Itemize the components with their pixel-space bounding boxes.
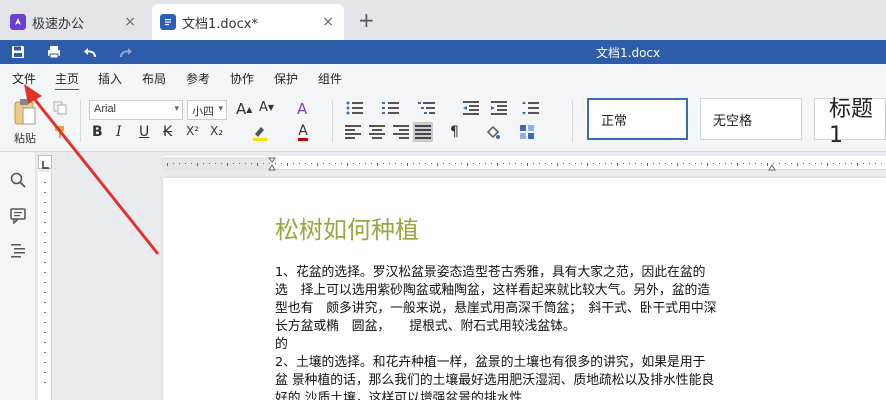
clipboard-icon xyxy=(14,99,36,125)
menu-insert[interactable]: 插入 xyxy=(98,70,122,87)
copy-icon[interactable] xyxy=(52,100,68,116)
format-painter-icon[interactable] xyxy=(52,124,68,140)
paragraph-line: 型也有 颇多讲究，一般来说，悬崖式用高深千筒盆； 斜干式、卧干式用中深 xyxy=(275,301,717,316)
paragraph-line: 2、土壤的选择。和花卉种植一样，盆景的土壤也有很多的讲究，如果是用于 xyxy=(275,355,706,370)
undo-icon[interactable] xyxy=(82,44,98,60)
shading-icon[interactable] xyxy=(484,124,502,140)
tab-label: 文档1.docx* xyxy=(182,16,258,32)
numbered-list-icon[interactable] xyxy=(380,100,402,116)
new-tab-button[interactable]: + xyxy=(358,8,375,32)
style-normal[interactable]: 正常 xyxy=(587,98,688,140)
menu-home[interactable]: 主页 xyxy=(55,70,80,91)
italic-button[interactable]: I xyxy=(116,124,122,140)
menu-plugins[interactable]: 组件 xyxy=(318,70,342,87)
font-size-select[interactable]: 小四 ▾ xyxy=(187,100,227,120)
font-color-button[interactable]: A xyxy=(292,122,314,142)
borders-icon[interactable] xyxy=(518,124,536,140)
horizontal-ruler[interactable] xyxy=(163,156,886,171)
tab-label: 极速办公 xyxy=(32,16,85,32)
rocket-icon xyxy=(10,14,26,30)
align-right-icon[interactable] xyxy=(392,124,410,140)
tab-app-home[interactable]: 极速办公 × xyxy=(0,4,146,40)
close-icon[interactable]: × xyxy=(124,14,136,30)
superscript-button[interactable]: X² xyxy=(186,124,199,138)
style-label: 正常 xyxy=(601,113,628,129)
text-effects-icon[interactable]: A xyxy=(297,100,307,118)
save-icon[interactable] xyxy=(10,44,26,60)
menu-file[interactable]: 文件 xyxy=(12,70,36,87)
highlight-icon[interactable] xyxy=(250,124,272,142)
vertical-ruler[interactable] xyxy=(38,172,52,400)
paste-label: 粘贴 xyxy=(14,132,36,145)
font-name-value: Arial xyxy=(94,103,117,115)
paragraph-line: 的 xyxy=(275,337,288,352)
align-center-icon[interactable] xyxy=(368,124,386,140)
chevron-down-icon: ▾ xyxy=(174,103,179,113)
paragraph-line: 选 择上可以选用紫砂陶盆或釉陶盆，这样看起来就比较大气。另外，盆的造 xyxy=(275,283,711,298)
print-icon[interactable] xyxy=(46,44,62,60)
multilevel-list-icon[interactable] xyxy=(416,100,438,116)
redo-icon[interactable] xyxy=(118,44,134,60)
menu-references[interactable]: 参考 xyxy=(186,70,210,87)
tab-bar: 极速办公 × 文档1.docx* × + xyxy=(0,0,886,40)
grow-font-icon: A xyxy=(236,100,247,118)
ribbon-toolbar: 粘贴 Arial ▾ 小四 ▾ A ▲ A ▼ A B I U K X² X₂ A xyxy=(0,90,886,152)
menu-protect[interactable]: 保护 xyxy=(274,70,298,87)
style-heading1[interactable]: 标题1 xyxy=(814,97,886,148)
subscript-button[interactable]: X₂ xyxy=(210,124,223,138)
document-title: 松树如何种植 xyxy=(275,216,419,244)
line-spacing-icon[interactable] xyxy=(520,100,542,116)
paragraph-line: 1、花盆的选择。罗汉松盆景姿态造型苍古秀雅，具有大家之范，因此在盆的 xyxy=(275,265,706,280)
paragraph-marks-icon[interactable]: ¶ xyxy=(450,124,459,140)
style-label: 标题1 xyxy=(829,96,874,148)
paragraph-line: 好的 沙质土壤，这样可以增强盆景的排水性 xyxy=(275,391,523,400)
divider xyxy=(332,100,333,142)
window-title: 文档1.docx xyxy=(596,46,661,60)
grow-font-button[interactable]: A ▲ xyxy=(236,100,252,118)
style-label: 无空格 xyxy=(713,113,753,129)
paragraph-line: 盆 景种植的话，那么我们的土壤最好选用肥沃湿润、质地疏松以及排水性能良 xyxy=(275,373,715,388)
search-icon[interactable] xyxy=(10,172,26,188)
divider xyxy=(572,100,573,142)
font-size-value: 小四 xyxy=(192,106,214,118)
document-icon xyxy=(160,14,176,30)
bold-button[interactable]: B xyxy=(92,124,103,140)
decrease-indent-icon[interactable] xyxy=(462,100,480,116)
chevron-down-icon: ▾ xyxy=(218,103,223,113)
font-color-icon: A xyxy=(298,122,308,141)
justify-icon[interactable] xyxy=(413,122,433,142)
menu-bar: 文件 主页 插入 布局 参考 协作 保护 组件 xyxy=(0,64,886,91)
document-page[interactable]: 松树如何种植 1、花盆的选择。罗汉松盆景姿态造型苍古秀雅，具有大家之范，因此在盆… xyxy=(163,178,886,400)
title-bar: 文档1.docx xyxy=(0,40,886,64)
increase-indent-icon[interactable] xyxy=(490,100,508,116)
paste-button[interactable] xyxy=(10,96,40,128)
ruler-tab-selector[interactable] xyxy=(38,155,52,169)
paragraph-line: 长方盆或椭 圆盆， 提根式、附石式用较浅盆钵。 xyxy=(275,319,576,334)
align-left-icon[interactable] xyxy=(344,124,362,140)
bullet-list-icon[interactable] xyxy=(344,100,366,116)
shrink-font-icon: A xyxy=(259,100,268,115)
shrink-font-button[interactable]: A ▼ xyxy=(259,100,274,115)
underline-button[interactable]: U xyxy=(139,124,149,140)
comment-icon[interactable] xyxy=(10,208,26,225)
menu-layout[interactable]: 布局 xyxy=(142,70,166,87)
style-no-spacing[interactable]: 无空格 xyxy=(700,98,802,140)
left-sidebar xyxy=(0,152,36,400)
strikethrough-button[interactable]: K xyxy=(163,124,172,140)
divider xyxy=(80,100,81,142)
menu-collaborate[interactable]: 协作 xyxy=(230,70,254,87)
font-name-select[interactable]: Arial ▾ xyxy=(89,100,183,120)
tab-document[interactable]: 文档1.docx* × xyxy=(152,4,344,40)
navigation-icon[interactable] xyxy=(10,242,26,258)
close-icon[interactable]: × xyxy=(322,14,334,30)
